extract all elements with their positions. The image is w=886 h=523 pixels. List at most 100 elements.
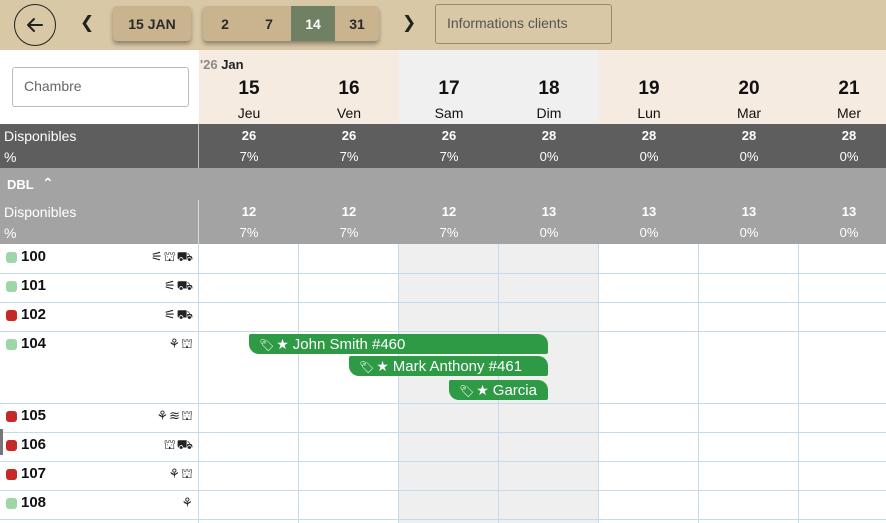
range-selector: 2 7 14 31 bbox=[203, 6, 379, 41]
day-number: 16 bbox=[338, 78, 360, 99]
room-row[interactable]: 108 ⚘ bbox=[0, 490, 198, 519]
room-number: 100 bbox=[21, 248, 47, 265]
grid-column-line bbox=[198, 244, 199, 523]
occupancy-percent: 7% bbox=[439, 149, 459, 164]
room-number: 102 bbox=[21, 306, 47, 323]
occupancy-percent: 0% bbox=[839, 225, 859, 240]
available-count: 13 bbox=[841, 204, 857, 219]
tag-icon: 🏷 bbox=[359, 360, 375, 374]
room-row[interactable]: 100 ⚟⛫⛟ bbox=[0, 244, 198, 273]
range-option-14[interactable]: 14 bbox=[291, 6, 335, 41]
booking-bar[interactable]: 🏷 ★ John Smith #460 bbox=[249, 334, 548, 354]
occupancy-percent: 7% bbox=[239, 225, 259, 240]
day-name: Mar bbox=[736, 105, 762, 121]
room-number: 108 bbox=[21, 494, 47, 511]
day-column-header[interactable]: 18 Dim bbox=[499, 50, 599, 124]
day-number: 15 bbox=[238, 78, 260, 99]
day-name: Lun bbox=[637, 105, 661, 121]
available-count: 12 bbox=[441, 204, 457, 219]
booking-label: Mark Anthony #461 bbox=[392, 358, 523, 375]
star-icon: ★ bbox=[276, 336, 289, 352]
room-number: 106 bbox=[21, 436, 47, 453]
available-count: 28 bbox=[641, 128, 657, 143]
chevron-right-icon[interactable]: ❯ bbox=[402, 13, 416, 33]
grid-column-line bbox=[298, 244, 299, 523]
room-status-indicator bbox=[6, 440, 17, 451]
toolbar: ❮ 15 JAN 2 7 14 31 ❯ Informations client… bbox=[0, 0, 886, 50]
star-icon: ★ bbox=[476, 382, 489, 398]
percent-label: % bbox=[4, 149, 17, 165]
client-info-field[interactable]: Informations clients bbox=[435, 4, 612, 44]
room-amenity-icons: ⚘ bbox=[181, 495, 194, 510]
side-handle[interactable] bbox=[0, 429, 3, 455]
room-number: 107 bbox=[21, 465, 47, 482]
occupancy-percent: 0% bbox=[739, 225, 759, 240]
room-status-indicator bbox=[6, 281, 17, 292]
month-label: '26 Jan bbox=[200, 57, 244, 72]
grid-column-line bbox=[798, 244, 799, 523]
room-amenity-icons: ⚟⛟ bbox=[163, 278, 194, 293]
day-column-header[interactable]: 21 Mer bbox=[799, 50, 886, 124]
room-row[interactable]: 106 ⛫⛟ bbox=[0, 432, 198, 461]
room-status-indicator bbox=[6, 411, 17, 422]
room-number: 101 bbox=[21, 277, 47, 294]
room-status-indicator bbox=[6, 252, 17, 263]
grid-column-line bbox=[398, 244, 399, 523]
day-column-header[interactable]: 19 Lun bbox=[599, 50, 699, 124]
date-picker-button[interactable]: 15 JAN bbox=[113, 6, 191, 41]
day-number: 20 bbox=[738, 78, 760, 99]
available-count: 12 bbox=[241, 204, 257, 219]
range-option-7[interactable]: 7 bbox=[247, 6, 291, 41]
range-option-31[interactable]: 31 bbox=[335, 6, 379, 41]
occupancy-percent: 0% bbox=[639, 149, 659, 164]
grid-column-line bbox=[698, 244, 699, 523]
room-status-indicator bbox=[6, 469, 17, 480]
booking-label: John Smith #460 bbox=[292, 336, 406, 353]
room-status-indicator bbox=[6, 498, 17, 509]
day-number: 17 bbox=[438, 78, 460, 99]
room-row[interactable]: 105 ⚘≋⛫ bbox=[0, 403, 198, 432]
range-option-2[interactable]: 2 bbox=[203, 6, 247, 41]
room-amenity-icons: ⛫⛟ bbox=[163, 437, 194, 452]
chevron-up-icon[interactable]: ⌃ bbox=[42, 175, 54, 192]
summary-all: Disponibles % 26 7% 26 7% 26 7% 28 0% 28 0% 28 0% 28… bbox=[0, 124, 886, 168]
available-count: 26 bbox=[241, 128, 257, 143]
available-label: Disponibles bbox=[4, 128, 77, 144]
star-icon: ★ bbox=[376, 358, 389, 374]
day-column-header[interactable]: 17 Sam bbox=[399, 50, 499, 124]
grid-row-line bbox=[0, 519, 886, 520]
booking-bar[interactable]: 🏷 ★ Garcia bbox=[449, 380, 548, 400]
booking-bar[interactable]: 🏷 ★ Mark Anthony #461 bbox=[349, 356, 548, 376]
day-name: Dim bbox=[536, 105, 562, 121]
day-column-header[interactable]: 20 Mar bbox=[699, 50, 799, 124]
group-header-dbl[interactable]: DBL ⌃ bbox=[0, 168, 886, 200]
room-row[interactable]: 101 ⚟⛟ bbox=[0, 273, 198, 302]
available-count: 28 bbox=[541, 128, 557, 143]
room-amenity-icons: ⚟⛟ bbox=[163, 307, 194, 322]
room-amenity-icons: ⚟⛫⛟ bbox=[151, 249, 194, 264]
occupancy-percent: 7% bbox=[339, 225, 359, 240]
room-status-indicator bbox=[6, 339, 17, 350]
arrow-left-icon bbox=[27, 18, 43, 32]
chevron-left-icon[interactable]: ❮ bbox=[80, 13, 94, 33]
day-name: Mer bbox=[836, 105, 862, 121]
occupancy-percent: 7% bbox=[239, 149, 259, 164]
occupancy-percent: 7% bbox=[339, 149, 359, 164]
available-count: 28 bbox=[841, 128, 857, 143]
room-row[interactable]: 102 ⚟⛟ bbox=[0, 302, 198, 331]
available-count: 13 bbox=[641, 204, 657, 219]
available-count: 26 bbox=[341, 128, 357, 143]
back-button[interactable] bbox=[14, 4, 56, 46]
day-column-header[interactable]: 16 Ven bbox=[299, 50, 399, 124]
available-count: 28 bbox=[741, 128, 757, 143]
room-row[interactable]: 104 ⚘⛫ bbox=[0, 331, 198, 403]
room-amenity-icons: ⚘≋⛫ bbox=[156, 408, 194, 423]
available-count: 26 bbox=[441, 128, 457, 143]
group-percent-label: % bbox=[4, 225, 17, 241]
room-status-indicator bbox=[6, 310, 17, 321]
group-name: DBL bbox=[7, 177, 34, 192]
room-row[interactable]: 107 ⚘⛫ bbox=[0, 461, 198, 490]
day-number: 21 bbox=[838, 78, 860, 99]
day-number: 19 bbox=[638, 78, 660, 99]
room-search-input[interactable]: Chambre bbox=[12, 67, 189, 107]
